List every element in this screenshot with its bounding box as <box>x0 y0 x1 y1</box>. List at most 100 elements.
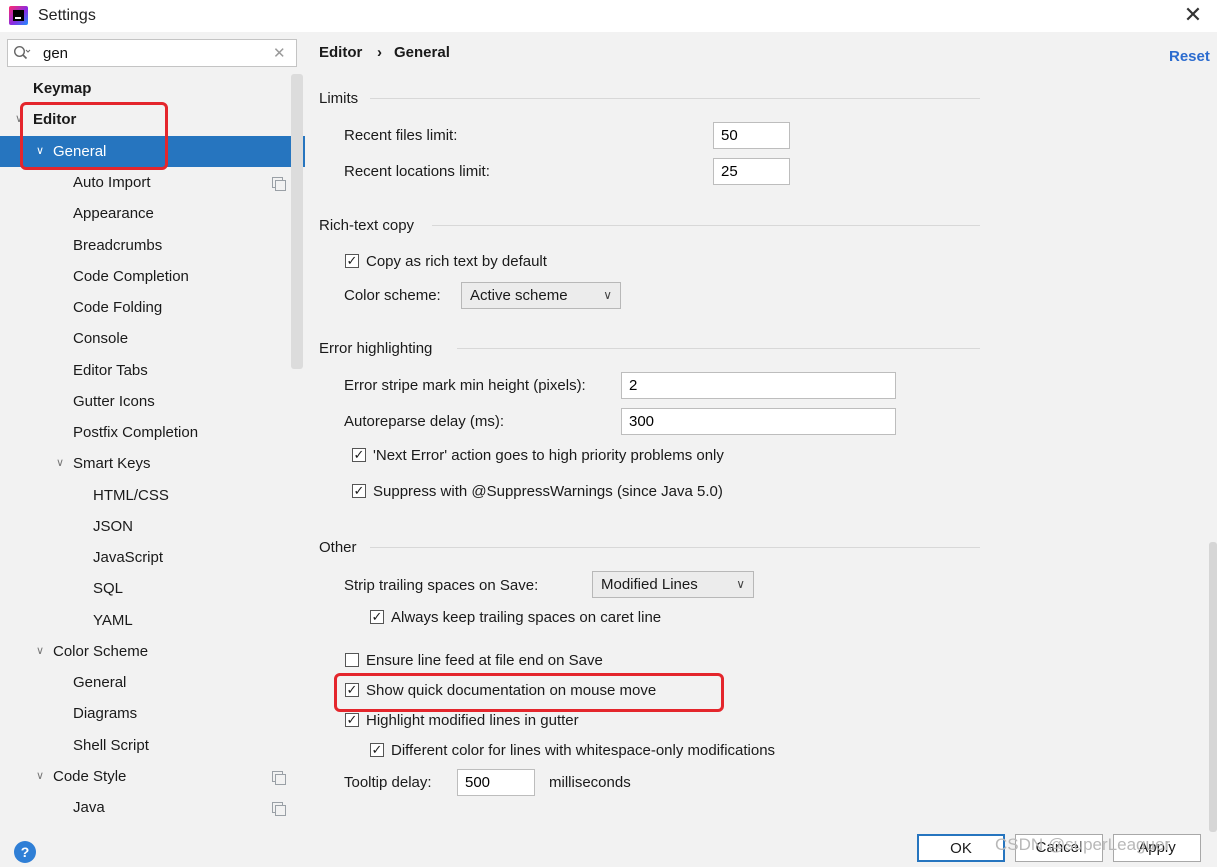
tree-item-smart-keys[interactable]: ∨ Smart Keys <box>0 448 290 479</box>
section-title-error-highlighting: Error highlighting <box>319 340 433 357</box>
whitespace-color-label: Different color for lines with whitespac… <box>391 742 776 759</box>
tree-item-console[interactable]: Console <box>0 323 290 354</box>
tree-item-label: Appearance <box>73 205 154 222</box>
section-divider <box>457 348 980 349</box>
tree-item-label: Java <box>73 799 105 816</box>
annotation-highlight-box <box>20 102 168 170</box>
section-divider <box>432 225 980 226</box>
line-feed-checkbox[interactable] <box>345 653 359 667</box>
tree-item-color-scheme-general[interactable]: General <box>0 667 290 698</box>
tree-item-diagrams[interactable]: Diagrams <box>0 698 290 729</box>
tree-item-label: Code Style <box>53 768 127 785</box>
stripe-height-input[interactable] <box>621 372 896 399</box>
project-level-icon <box>272 802 286 816</box>
tree-item-yaml[interactable]: YAML <box>0 605 290 636</box>
chevron-down-icon[interactable]: ∨ <box>56 448 64 479</box>
color-scheme-dropdown[interactable]: Active scheme ∨ <box>461 282 621 309</box>
tree-item-code-style[interactable]: ∨ Code Style <box>0 761 290 792</box>
project-level-icon <box>272 771 286 785</box>
tree-item-label: Shell Script <box>73 737 149 754</box>
recent-files-input[interactable] <box>713 122 790 149</box>
settings-search[interactable]: ✕ <box>7 39 297 67</box>
tooltip-delay-label: Tooltip delay: <box>344 774 432 791</box>
ok-button[interactable]: OK <box>917 834 1005 862</box>
recent-locations-label: Recent locations limit: <box>344 163 490 180</box>
tree-item-label: Auto Import <box>73 174 151 191</box>
tree-item-code-folding[interactable]: Code Folding <box>0 292 290 323</box>
section-divider <box>370 547 980 548</box>
tree-item-label: Breadcrumbs <box>73 237 163 254</box>
tree-item-editor-tabs[interactable]: Editor Tabs <box>0 355 290 386</box>
tree-item-label: Postfix Completion <box>73 424 199 441</box>
recent-locations-input[interactable] <box>713 158 790 185</box>
tree-item-label: Editor Tabs <box>73 362 148 379</box>
strip-trailing-dropdown[interactable]: Modified Lines ∨ <box>592 571 754 598</box>
tree-item-breadcrumbs[interactable]: Breadcrumbs <box>0 230 290 261</box>
autoreparse-input[interactable] <box>621 408 896 435</box>
project-level-icon <box>272 177 286 191</box>
tree-item-label: HTML/CSS <box>93 487 169 504</box>
watermark: CSDN @superLeaguer <box>995 835 1171 854</box>
tree-item-label: Color Scheme <box>53 643 149 660</box>
copy-rich-text-label: Copy as rich text by default <box>366 253 547 270</box>
chevron-down-icon[interactable]: ∨ <box>36 761 44 792</box>
strip-trailing-label: Strip trailing spaces on Save: <box>344 577 539 594</box>
tree-item-java[interactable]: Java <box>0 792 290 823</box>
reset-link[interactable]: Reset <box>1169 48 1210 65</box>
tree-item-label: Console <box>73 330 129 347</box>
tree-item-label: Keymap <box>33 80 92 97</box>
highlight-modified-label: Highlight modified lines in gutter <box>366 712 579 729</box>
tree-item-gutter-icons[interactable]: Gutter Icons <box>0 386 290 417</box>
tree-item-postfix-completion[interactable]: Postfix Completion <box>0 417 290 448</box>
suppress-warnings-label: Suppress with @SuppressWarnings (since J… <box>373 483 723 500</box>
suppress-warnings-checkbox[interactable]: ✓ <box>352 484 366 498</box>
tree-item-label: Code Completion <box>73 268 189 285</box>
section-title-other: Other <box>319 539 357 556</box>
chevron-down-icon[interactable]: ∨ <box>36 636 44 667</box>
tree-item-color-scheme[interactable]: ∨ Color Scheme <box>0 636 290 667</box>
keep-trailing-checkbox[interactable]: ✓ <box>370 610 384 624</box>
intellij-app-icon <box>9 6 28 25</box>
sidebar-scrollbar[interactable] <box>291 74 303 369</box>
tree-item-shell-script[interactable]: Shell Script <box>0 730 290 761</box>
tree-item-label: JSON <box>93 518 134 535</box>
content-scrollbar[interactable] <box>1209 542 1217 832</box>
tree-item-keymap[interactable]: Keymap <box>0 73 290 104</box>
breadcrumb-current: General <box>394 44 450 61</box>
tree-item-label: Gutter Icons <box>73 393 155 410</box>
copy-rich-text-checkbox[interactable]: ✓ <box>345 254 359 268</box>
tree-item-label: Smart Keys <box>73 455 151 472</box>
tooltip-delay-unit: milliseconds <box>549 774 631 791</box>
tree-item-code-completion[interactable]: Code Completion <box>0 261 290 292</box>
tree-item-json[interactable]: JSON <box>0 511 290 542</box>
tree-item-label: JavaScript <box>93 549 164 566</box>
search-icon <box>13 45 31 60</box>
section-title-limits: Limits <box>319 90 359 107</box>
tree-item-auto-import[interactable]: Auto Import <box>0 167 290 198</box>
autoreparse-label: Autoreparse delay (ms): <box>344 413 505 430</box>
highlight-modified-checkbox[interactable]: ✓ <box>345 713 359 727</box>
search-input[interactable] <box>43 43 263 63</box>
tree-item-javascript[interactable]: JavaScript <box>0 542 290 573</box>
tooltip-delay-input[interactable] <box>457 769 535 796</box>
breadcrumb-parent[interactable]: Editor <box>319 44 362 61</box>
tree-item-appearance[interactable]: Appearance <box>0 198 290 229</box>
whitespace-color-checkbox[interactable]: ✓ <box>370 743 384 757</box>
breadcrumb-separator: › <box>377 44 382 61</box>
close-icon[interactable]: ✕ <box>1180 2 1206 28</box>
tree-item-label: General <box>73 674 127 691</box>
section-divider <box>370 98 980 99</box>
chevron-down-icon: ∨ <box>603 288 612 302</box>
clear-search-icon[interactable]: ✕ <box>273 44 286 62</box>
keep-trailing-label: Always keep trailing spaces on caret lin… <box>391 609 662 626</box>
help-icon[interactable]: ? <box>14 841 36 863</box>
settings-sidebar: ✕ Keymap ∨ Editor ∨ General Auto Import … <box>0 32 305 867</box>
tree-item-sql[interactable]: SQL <box>0 573 290 604</box>
tree-item-label: Code Folding <box>73 299 163 316</box>
tree-item-html-css[interactable]: HTML/CSS <box>0 480 290 511</box>
window-title: Settings <box>38 7 96 24</box>
title-bar: Settings ✕ <box>0 0 1217 32</box>
next-error-label: 'Next Error' action goes to high priorit… <box>373 447 724 464</box>
next-error-checkbox[interactable]: ✓ <box>352 448 366 462</box>
recent-files-label: Recent files limit: <box>344 127 458 144</box>
